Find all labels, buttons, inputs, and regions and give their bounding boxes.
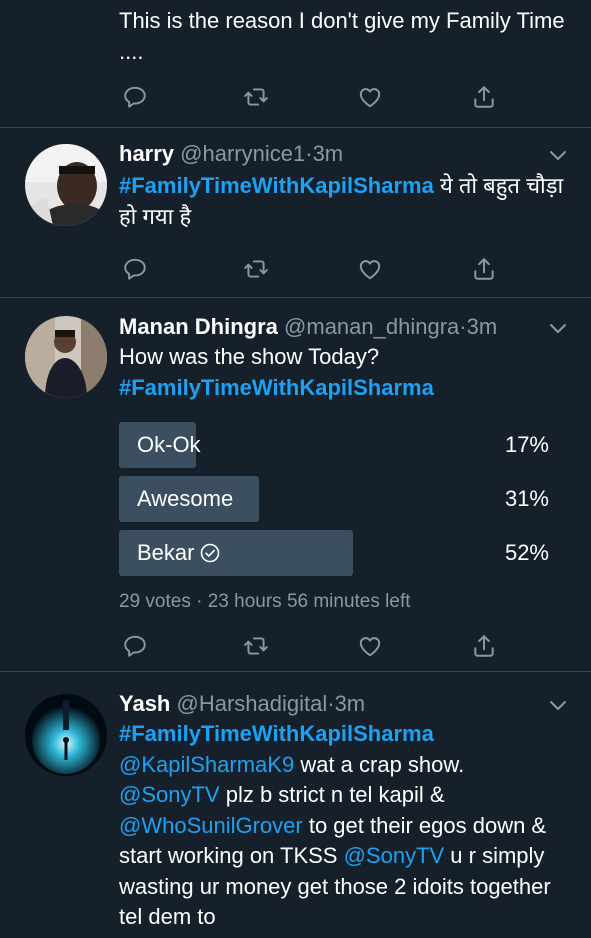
share-icon[interactable] <box>470 255 498 283</box>
poll-option-bekar: Bekar 52% <box>119 530 549 576</box>
tweet-body: plz b strict n tel kapil & <box>219 782 445 807</box>
tweet-3[interactable]: Yash @Harshadigital·3m #FamilyTimeWithKa… <box>0 672 591 938</box>
tweet-header: Manan Dhingra @manan_dhingra·3m <box>119 312 497 342</box>
like-icon[interactable] <box>356 632 384 660</box>
author-name[interactable]: harry <box>119 141 174 166</box>
author-name[interactable]: Yash <box>119 691 170 716</box>
like-icon[interactable] <box>356 255 384 283</box>
reply-icon[interactable] <box>121 632 149 660</box>
chevron-down-icon[interactable] <box>549 700 567 712</box>
tweet-header: Yash @Harshadigital·3m <box>119 689 365 719</box>
author-handle[interactable]: @manan_dhingra <box>284 314 459 339</box>
mention-link[interactable]: @SonyTV <box>344 843 445 868</box>
separator-dot: · <box>327 691 335 716</box>
share-icon[interactable] <box>470 632 498 660</box>
tweet-text: #FamilyTimeWithKapilSharma ये तो बहुत चौ… <box>119 171 574 232</box>
tweet-text: This is the reason I don't give my Famil… <box>119 8 565 64</box>
share-icon[interactable] <box>470 83 498 111</box>
tweet-actions <box>0 255 591 283</box>
avatar[interactable] <box>25 144 107 226</box>
timestamp: 3m <box>312 141 344 166</box>
tweet-1[interactable]: harry @harrynice1·3m #FamilyTimeWithKapi… <box>0 128 591 298</box>
tweet-actions <box>0 632 591 660</box>
tweet-body: wat a crap show. <box>294 751 465 777</box>
author-handle[interactable]: @harrynice1 <box>180 141 305 166</box>
reply-icon[interactable] <box>121 83 149 111</box>
avatar[interactable] <box>25 316 107 398</box>
poll-option-label: Bekar <box>137 530 220 576</box>
author-handle[interactable]: @Harshadigital <box>177 691 328 716</box>
poll-option-text: Bekar <box>137 540 195 565</box>
tweet-2[interactable]: Manan Dhingra @manan_dhingra·3m How was … <box>0 298 591 672</box>
poll-option-label: Ok-Ok <box>137 432 201 457</box>
poll-votes: 29 votes <box>119 591 191 612</box>
check-circle-icon <box>201 543 220 563</box>
tweet-body: How was the show Today? <box>119 344 380 369</box>
poll-option-awesome: Awesome 31% <box>119 476 549 522</box>
tweet-header: harry @harrynice1·3m <box>119 139 343 169</box>
mention-link[interactable]: @WhoSunilGrover <box>119 813 303 838</box>
separator-dot: · <box>305 141 313 166</box>
tweet-text: #FamilyTimeWithKapilSharma @KapilSharmaK… <box>119 719 564 933</box>
avatar[interactable] <box>25 694 107 776</box>
reply-icon[interactable] <box>121 255 149 283</box>
hashtag-link[interactable]: #FamilyTimeWithKapilSharma <box>119 173 434 198</box>
separator-dot: · <box>196 591 203 612</box>
chevron-down-icon[interactable] <box>549 323 567 335</box>
mention-link[interactable]: @KapilSharmaK9 <box>119 752 294 777</box>
poll-option-label: Awesome <box>137 486 234 511</box>
tweet-0[interactable]: This is the reason I don't give my Famil… <box>0 0 591 128</box>
retweet-icon[interactable] <box>242 255 270 283</box>
poll-option-percent: 52% <box>504 540 549 565</box>
retweet-icon[interactable] <box>242 83 270 111</box>
timestamp: 3m <box>466 314 498 339</box>
poll-option-percent: 17% <box>504 432 549 457</box>
tweet-text: How was the show Today? #FamilyTimeWithK… <box>119 342 569 403</box>
separator-dot: · <box>459 314 467 339</box>
timestamp: 3m <box>334 691 366 716</box>
poll-option-ok-ok: Ok-Ok 17% <box>119 422 549 468</box>
chevron-down-icon[interactable] <box>549 150 567 162</box>
tweet-actions <box>0 83 591 111</box>
like-icon[interactable] <box>356 83 384 111</box>
hashtag-link[interactable]: #FamilyTimeWithKapilSharma <box>119 721 434 746</box>
poll-option-percent: 31% <box>504 486 549 511</box>
retweet-icon[interactable] <box>242 632 270 660</box>
mention-link[interactable]: @SonyTV <box>119 782 220 807</box>
hashtag-link[interactable]: #FamilyTimeWithKapilSharma <box>119 373 569 404</box>
poll-time-left: 23 hours 56 minutes left <box>207 591 411 612</box>
author-name[interactable]: Manan Dhingra <box>119 314 278 339</box>
poll-meta: 29 votes · 23 hours 56 minutes left <box>119 591 411 613</box>
